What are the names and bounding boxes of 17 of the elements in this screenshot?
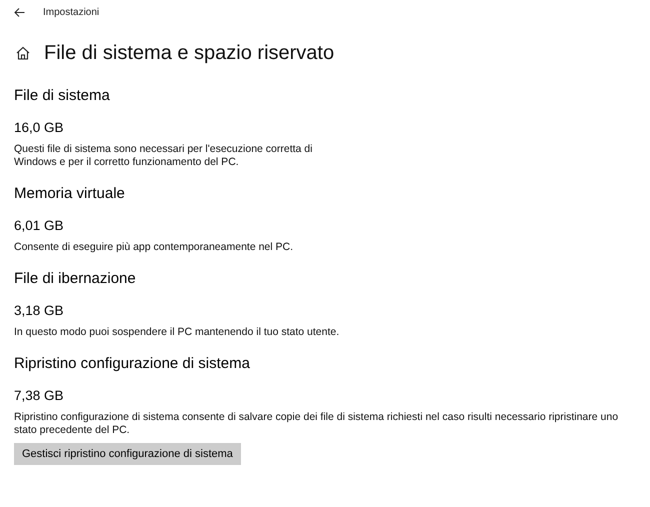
size-value: 7,38 GB xyxy=(14,387,64,405)
size-value: 3,18 GB xyxy=(14,302,64,320)
page-title: File di sistema e spazio riservato xyxy=(44,42,334,64)
back-icon[interactable] xyxy=(14,8,25,16)
description: Consente di eseguire più app contemporaneamente nel PC. xyxy=(14,241,294,254)
home-icon[interactable] xyxy=(16,46,30,60)
manage-button[interactable]: Gestisci ripristino configurazione di sistema xyxy=(14,443,241,465)
section-heading: Ripristino configurazione di sistema xyxy=(14,354,250,374)
section-heading: File di sistema xyxy=(14,86,110,106)
size-value: 16,0 GB xyxy=(14,119,64,137)
description: Questi file di sistema sono necessari per l'esecuzione corretta di Windows e per il corretto funzionamento del PC. xyxy=(14,143,312,169)
section-heading: Memoria virtuale xyxy=(14,184,125,204)
description: Ripristino configurazione di sistema consente di salvare copie dei file di sistema richiesti nel caso risulti necessario ripristinare uno stato precedente del PC. xyxy=(14,411,618,437)
section-heading: File di ibernazione xyxy=(14,269,136,289)
description: In questo modo puoi sospendere il PC mantenendo il tuo stato utente. xyxy=(14,326,340,339)
window-title: Impostazioni xyxy=(43,6,100,18)
size-value: 6,01 GB xyxy=(14,217,64,235)
